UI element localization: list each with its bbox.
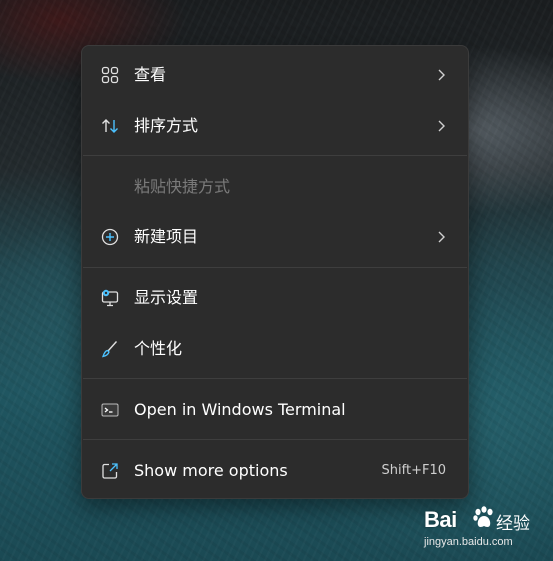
chevron-right-icon [438,231,445,243]
menu-item-label: 显示设置 [134,288,199,307]
menu-item-label: 新建项目 [134,227,199,246]
menu-separator [83,155,467,156]
menu-item-view[interactable]: 查看 [86,55,464,95]
menu-item-new[interactable]: 新建项目 [86,217,464,257]
open-external-icon [102,463,118,479]
baidu-jingyan-watermark: Bai 经验 jingyan.baidu.com [424,505,544,555]
paw-logo-icon [473,506,493,527]
menu-item-label: 个性化 [134,339,183,358]
add-circle-icon [101,228,119,246]
brush-icon [102,341,118,358]
menu-item-label: 粘贴快捷方式 [134,177,231,196]
watermark-url: jingyan.baidu.com [424,536,513,548]
keyboard-shortcut: Shift+F10 [381,463,446,478]
menu-item-sort-by[interactable]: 排序方式 [86,106,464,146]
menu-separator [83,378,467,379]
menu-item-paste-shortcut: 粘贴快捷方式 [86,167,464,207]
menu-item-personalize[interactable]: 个性化 [86,329,464,369]
chevron-right-icon [438,120,445,132]
menu-item-display-settings[interactable]: 显示设置 [86,278,464,318]
sort-arrows-icon [102,119,118,133]
menu-item-label: Open in Windows Terminal [134,400,346,419]
watermark-brand: Bai [424,507,457,532]
watermark-brand-cn: 经验 [496,514,530,534]
terminal-icon [101,403,119,417]
menu-item-label: 排序方式 [134,116,199,135]
menu-item-label: 查看 [134,65,167,84]
display-settings-icon [101,289,119,307]
menu-item-open-terminal[interactable]: Open in Windows Terminal [86,390,464,430]
chevron-right-icon [438,69,445,81]
menu-separator [83,439,467,440]
context-menu: 查看 排序方式 粘贴快捷方式 新建项目 显示设置 个性化 Open in Win… [81,45,469,499]
menu-separator [83,267,467,268]
menu-item-label: Show more options [134,461,288,480]
menu-item-show-more-options[interactable]: Show more options Shift+F10 [86,451,464,491]
grid-view-icon [101,66,119,84]
